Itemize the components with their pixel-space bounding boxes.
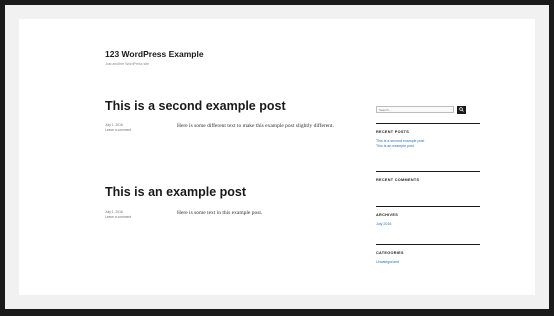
post-title[interactable]: This is a second example post [105,99,365,113]
widget-title: CATEGORIES [376,251,404,255]
site-description: Just another WordPress site [105,62,149,66]
browser-frame: 123 WordPress Example Just another WordP… [5,5,549,309]
widget-archives: ARCHIVES July 2016 [376,206,480,244]
widget-title: RECENT COMMENTS [376,178,420,182]
site-title[interactable]: 123 WordPress Example [105,49,204,59]
search-button[interactable] [457,105,466,114]
sidebar: Search … RECENT POSTS This is a second e… [376,105,480,265]
post-title[interactable]: This is an example post [105,185,365,199]
search-form: Search … [376,105,480,114]
post-meta: July 1, 2016 Leave a comment [105,210,131,220]
page: 123 WordPress Example Just another WordP… [19,19,535,295]
post-comments-link[interactable]: Leave a comment [105,215,131,220]
widget-categories: CATEGORIES Uncategorized [376,244,480,265]
recent-posts-list: This is a second example post This is an… [376,139,480,149]
post-comments-link[interactable]: Leave a comment [105,128,131,133]
search-input[interactable]: Search … [376,106,454,113]
search-icon [459,107,464,112]
widget-title: RECENT POSTS [376,130,410,134]
widget-recent-posts: RECENT POSTS This is a second example po… [376,123,480,171]
archives-list: July 2016 [376,222,480,227]
archive-link[interactable]: July 2016 [376,222,480,227]
post-content: Here is some different text to make this… [177,123,334,129]
widget-title: ARCHIVES [376,213,399,217]
post-meta: July 1, 2016 Leave a comment [105,123,131,133]
recent-post-link[interactable]: This is an example post [376,144,480,149]
categories-list: Uncategorized [376,260,480,265]
category-link[interactable]: Uncategorized [376,260,480,265]
post-article: This is an example post July 1, 2016 Lea… [105,185,365,219]
post-content: Here is some text in this example post. [177,210,263,216]
post-article: This is a second example post July 1, 20… [105,99,365,132]
widget-recent-comments: RECENT COMMENTS [376,171,480,206]
